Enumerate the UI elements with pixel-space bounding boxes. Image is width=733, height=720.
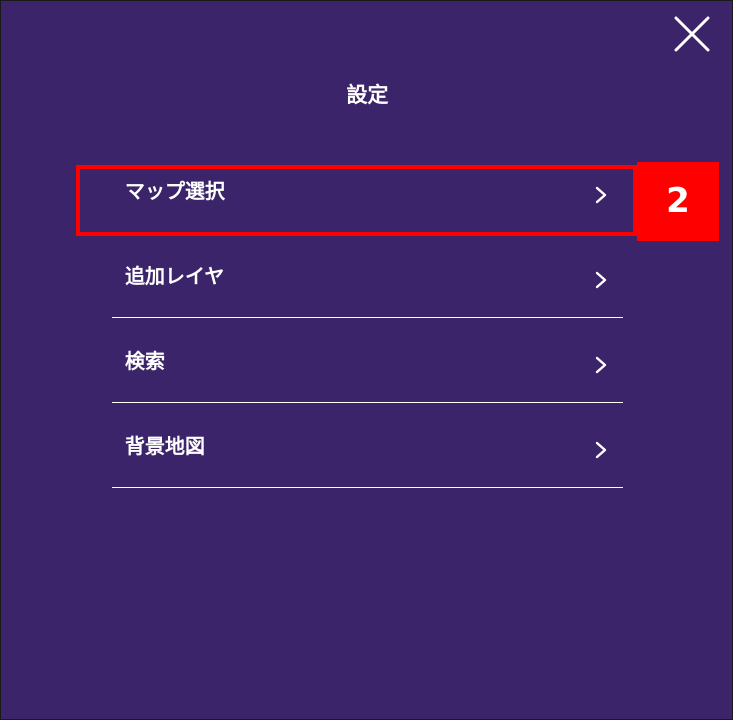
- step-number-badge: 2: [637, 162, 719, 241]
- chevron-right-icon: [594, 440, 608, 460]
- annotation-highlight-box: [76, 165, 637, 236]
- page-title: 設定: [346, 83, 389, 107]
- menu-item-label: 検索: [125, 349, 165, 373]
- menu-item-search[interactable]: 検索: [112, 319, 623, 403]
- menu-item-label: 追加レイヤ: [125, 264, 225, 288]
- close-icon: [674, 16, 710, 52]
- chevron-right-icon: [594, 270, 608, 290]
- menu-item-background-map[interactable]: 背景地図: [112, 404, 623, 488]
- menu-item-label: 背景地図: [125, 434, 205, 458]
- chevron-right-icon: [594, 355, 608, 375]
- menu-item-add-layer[interactable]: 追加レイヤ: [112, 234, 623, 318]
- close-button[interactable]: [673, 15, 711, 53]
- settings-panel: 設定 マップ選択 追加レイヤ 検索 背景地図: [0, 0, 733, 720]
